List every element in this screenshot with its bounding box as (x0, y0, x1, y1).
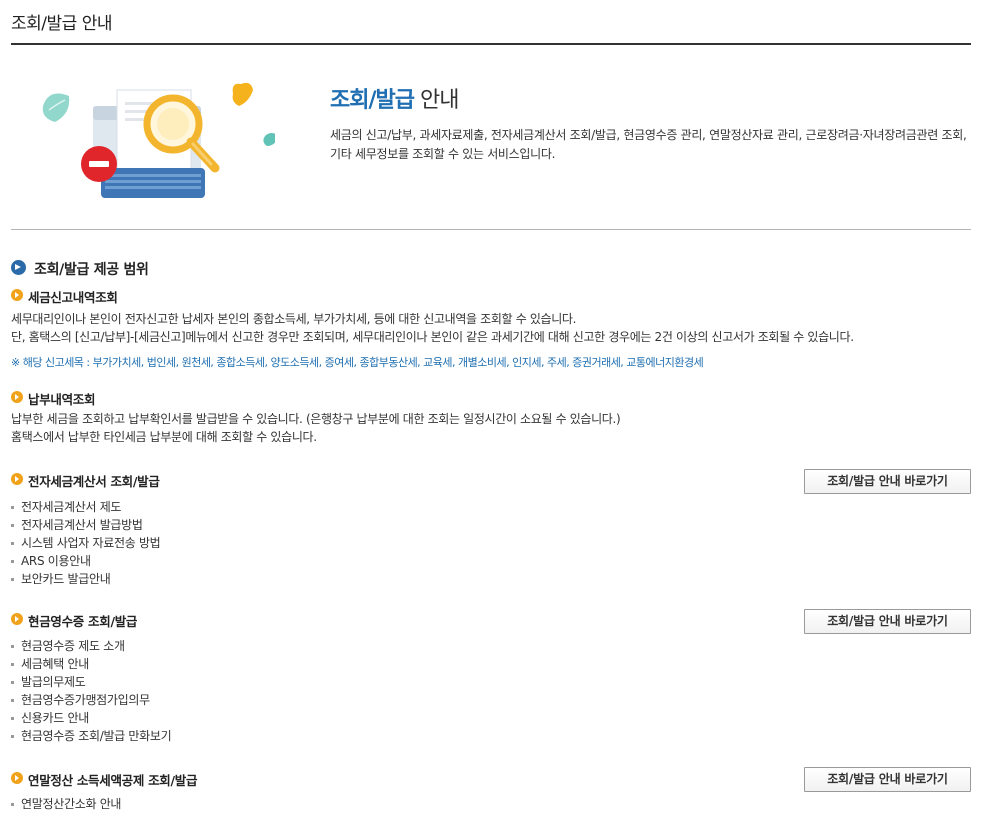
e-invoice-list: 전자세금계산서 제도 전자세금계산서 발급방법 시스템 사업자 자료전송 방법 … (11, 498, 161, 588)
e-invoice-section: 전자세금계산서 조회/발급 조회/발급 안내 바로가기 전자세금계산서 제도 전… (11, 469, 971, 589)
payment-title: 납부내역조회 (28, 392, 96, 407)
page-header: 조회/발급 안내 (11, 0, 971, 45)
cash-receipt-title: 현금영수증 조회/발급 (28, 614, 138, 629)
list-item: 신용카드 안내 (11, 709, 171, 727)
orange-arrow-icon (11, 289, 23, 301)
list-item: 세금혜택 안내 (11, 655, 171, 673)
list-item: 시스템 사업자 자료전송 방법 (11, 534, 161, 552)
tax-report-section: 세금신고내역조회 세무대리인이나 본인이 전자신고한 납세자 본인의 종합소득세… (11, 287, 971, 377)
tax-report-line-1: 세무대리인이나 본인이 전자신고한 납세자 본인의 종합소득세, 부가가치세, … (11, 312, 577, 326)
intro-title-accent: 조회/발급 (330, 88, 415, 113)
circle-arrow-icon (11, 260, 26, 275)
list-item: 발급의무제도 (11, 673, 171, 691)
orange-arrow-icon (11, 772, 23, 784)
cash-receipt-list: 현금영수증 제도 소개 세금혜택 안내 발급의무제도 현금영수증가맹점가입의무 … (11, 637, 172, 745)
scope-heading: 조회/발급 제공 범위 (11, 258, 971, 278)
list-item: ARS 이용안내 (11, 552, 160, 570)
payment-section: 납부내역조회 납부한 세금을 조회하고 납부확인서를 발급받을 수 있습니다. … (11, 389, 971, 449)
cash-receipt-section: 현금영수증 조회/발급 조회/발급 안내 바로가기 현금영수증 제도 소개 세금… (11, 609, 971, 749)
year-end-title: 연말정산 소득세액공제 조회/발급 (28, 773, 198, 788)
year-end-list: 연말정산간소화 안내 (11, 795, 121, 813)
list-item: 전자세금계산서 제도 (11, 498, 160, 516)
list-item: 현금영수증가맹점가입의무 (11, 691, 171, 709)
year-end-section: 연말정산 소득세액공제 조회/발급 조회/발급 안내 바로가기 연말정산간소화 … (11, 767, 971, 823)
orange-arrow-icon (11, 391, 23, 403)
list-item: 현금영수증 제도 소개 (11, 637, 171, 655)
scope-title: 조회/발급 제공 범위 (34, 262, 149, 278)
orange-arrow-icon (11, 473, 23, 485)
e-invoice-guide-button[interactable]: 조회/발급 안내 바로가기 (804, 469, 971, 494)
page-title: 조회/발급 안내 (11, 14, 112, 34)
payment-line-2: 홈택스에서 납부한 타인세금 납부분에 대해 조회할 수 있습니다. (11, 430, 317, 444)
intro-description: 세금의 신고/납부, 과세자료제출, 전자세금계산서 조회/발급, 현금영수증 … (330, 128, 967, 161)
intro-title: 조회/발급 안내 (330, 82, 460, 114)
year-end-guide-button[interactable]: 조회/발급 안내 바로가기 (804, 767, 971, 792)
list-item: 보안카드 발급안내 (11, 570, 160, 588)
orange-arrow-icon (11, 613, 23, 625)
e-invoice-title: 전자세금계산서 조회/발급 (28, 474, 160, 489)
intro-banner: 조회/발급 안내 세금의 신고/납부, 과세자료제출, 전자세금계산서 조회/발… (11, 46, 971, 230)
list-item: 연말정산간소화 안내 (11, 795, 121, 813)
list-item: 현금영수증 조회/발급 만화보기 (11, 727, 172, 745)
tax-report-title: 세금신고내역조회 (28, 290, 118, 305)
inquiry-illustration (42, 82, 275, 198)
cash-receipt-guide-button[interactable]: 조회/발급 안내 바로가기 (804, 609, 971, 634)
tax-report-line-2: 단, 홈택스의 [신고/납부]-[세금신고]메뉴에서 신고한 경우만 조회되며,… (11, 330, 854, 344)
list-item: 전자세금계산서 발급방법 (11, 516, 160, 534)
intro-title-rest: 안내 (414, 88, 460, 113)
tax-report-note: ※ 해당 신고세목 : 부가가치세, 법인세, 원천세, 종합소득세, 양도소득… (11, 356, 704, 369)
payment-line-1: 납부한 세금을 조회하고 납부확인서를 발급받을 수 있습니다. (은행창구 납… (11, 412, 621, 426)
